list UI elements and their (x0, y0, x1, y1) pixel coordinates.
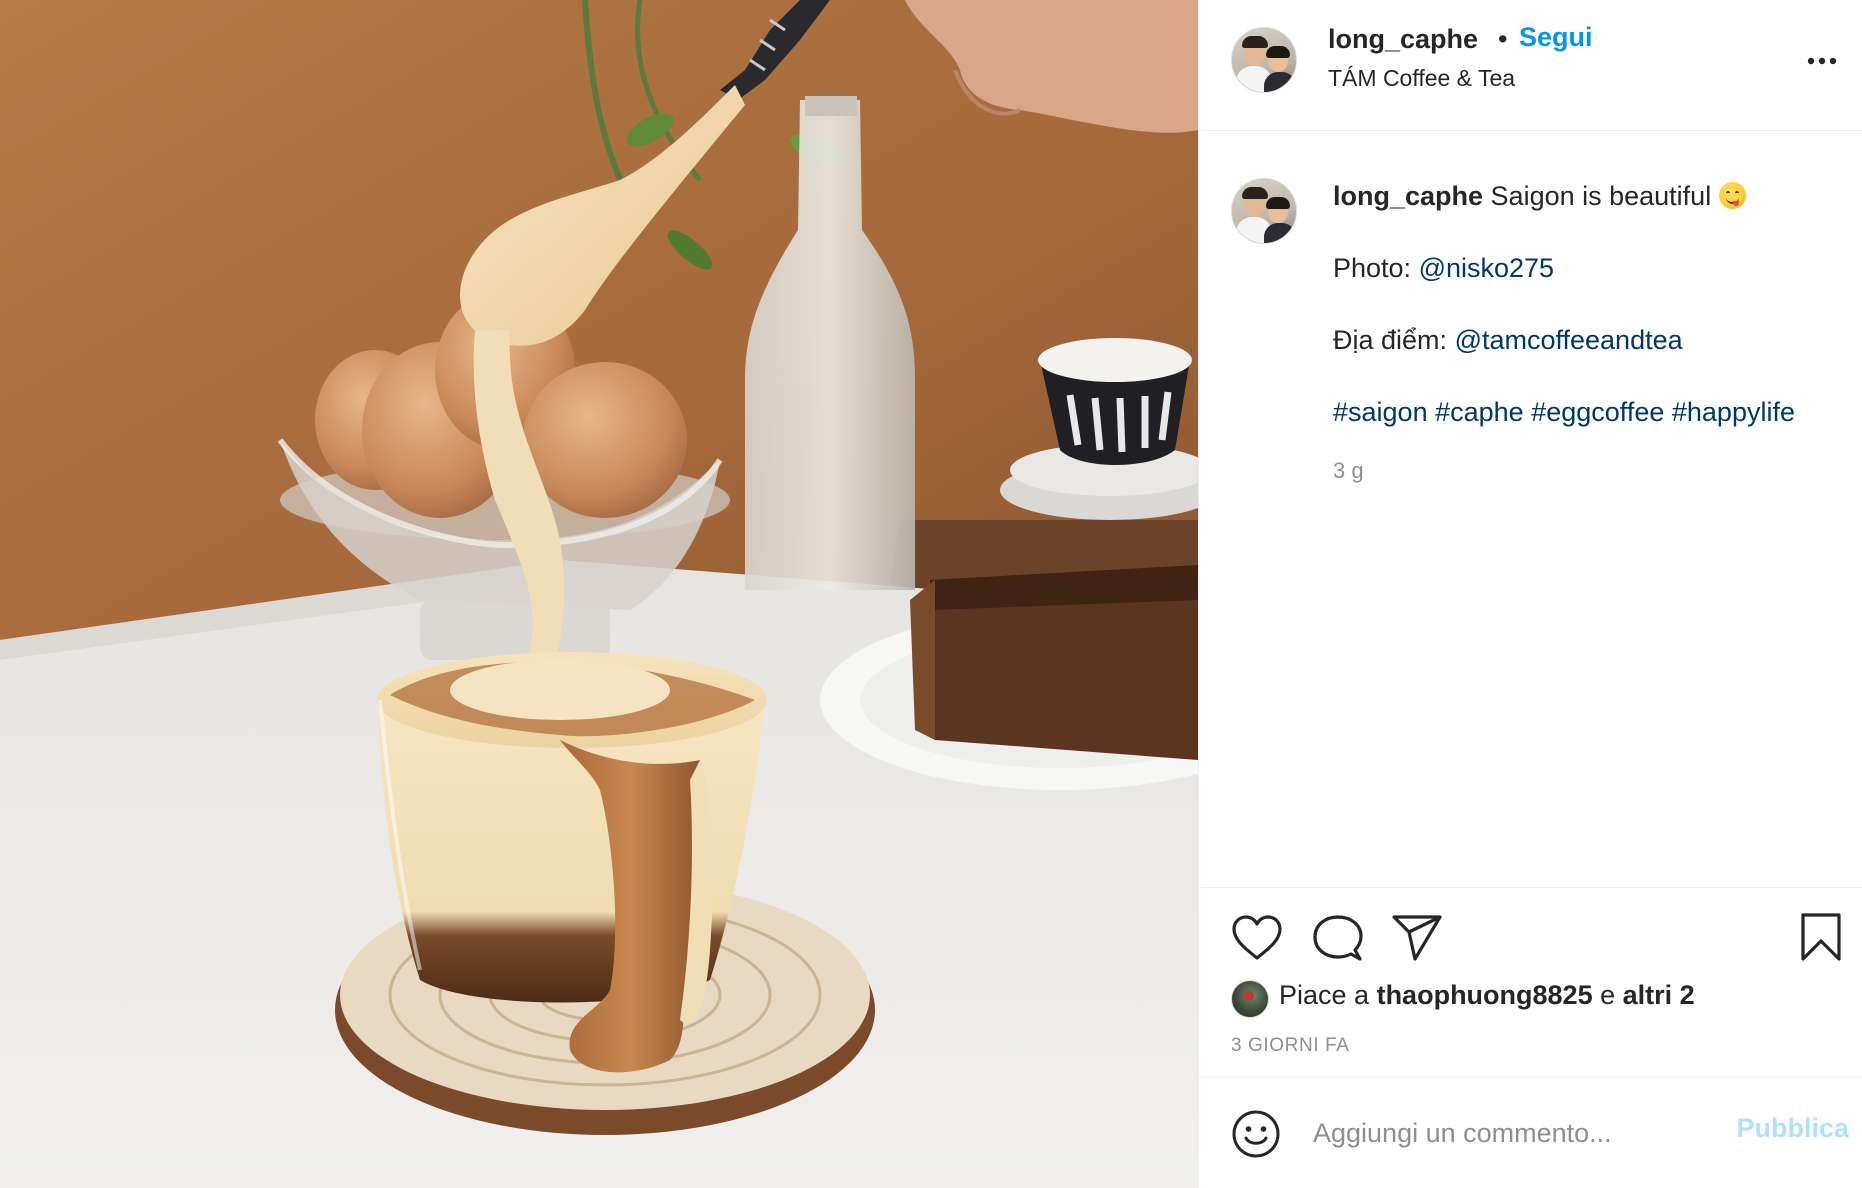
more-options-button[interactable] (1805, 44, 1839, 78)
likes-text: Piace a thaophuong8825 e altri 2 (1279, 980, 1695, 1011)
photographer-mention[interactable]: @nisko275 (1419, 253, 1555, 283)
hashtag-link[interactable]: #caphe (1435, 397, 1524, 427)
yum-face-emoji-icon (1718, 182, 1746, 209)
author-avatar[interactable] (1231, 27, 1297, 93)
author-username[interactable]: long_caphe (1328, 24, 1478, 55)
likes-conjunction: e (1600, 980, 1616, 1010)
hashtag-link[interactable]: #saigon (1333, 397, 1428, 427)
more-horizontal-icon (1807, 57, 1837, 65)
comment-bubble-icon (1313, 915, 1363, 961)
liker-username[interactable]: thaophuong8825 (1377, 980, 1593, 1010)
comment-button[interactable] (1313, 914, 1363, 967)
paper-plane-icon (1392, 915, 1442, 961)
post-actions: Piace a thaophuong8825 e altri 2 3 GIORN… (1199, 887, 1862, 1087)
heart-icon (1232, 915, 1282, 960)
share-button[interactable] (1391, 914, 1443, 967)
caption-username[interactable]: long_caphe (1333, 181, 1483, 211)
caption-place: Địa điểm: @tamcoffeeandtea (1333, 322, 1843, 358)
egg-coffee-photo (0, 0, 1198, 1188)
post-header: long_caphe • Segui TÁM Coffee & Tea (1199, 0, 1862, 131)
emoji-picker-button[interactable] (1231, 1109, 1281, 1164)
likes-prefix: Piace a (1279, 980, 1370, 1010)
follow-button[interactable]: Segui (1519, 22, 1593, 53)
liker-avatar[interactable] (1231, 980, 1269, 1018)
place-mention[interactable]: @tamcoffeeandtea (1455, 325, 1683, 355)
smiley-icon (1232, 1110, 1280, 1158)
bookmark-icon (1801, 913, 1841, 961)
hashtag-link[interactable]: #happylife (1672, 397, 1795, 427)
comment-input[interactable] (1313, 1113, 1713, 1153)
post-caption: long_caphe Saigon is beautiful Photo: @n… (1333, 178, 1843, 466)
likes-others-link[interactable]: altri 2 (1623, 980, 1695, 1010)
caption-hashtags: #saigon #caphe #eggcoffee #happylife (1333, 394, 1843, 430)
hashtag-link[interactable]: #eggcoffee (1531, 397, 1664, 427)
post-timestamp[interactable]: 3 GIORNI FA (1231, 1035, 1350, 1057)
post-photo[interactable] (0, 0, 1198, 1188)
post-details-panel: long_caphe • Segui TÁM Coffee & Tea long… (1198, 0, 1862, 1188)
separator-dot: • (1498, 24, 1508, 54)
caption-time[interactable]: 3 g (1333, 458, 1364, 484)
add-comment-bar: Pubblica (1199, 1076, 1862, 1188)
publish-button[interactable]: Pubblica (1719, 1113, 1849, 1144)
save-button[interactable] (1799, 912, 1843, 967)
caption-first-line: long_caphe Saigon is beautiful (1333, 178, 1843, 214)
caption-author-avatar[interactable] (1231, 178, 1297, 244)
caption-text: Saigon is beautiful (1490, 181, 1712, 211)
photo-credit-label: Photo: (1333, 253, 1412, 283)
location-link[interactable]: TÁM Coffee & Tea (1328, 65, 1515, 92)
like-button[interactable] (1231, 914, 1283, 967)
caption-photo-credit: Photo: @nisko275 (1333, 250, 1843, 286)
place-label: Địa điểm: (1333, 325, 1448, 355)
